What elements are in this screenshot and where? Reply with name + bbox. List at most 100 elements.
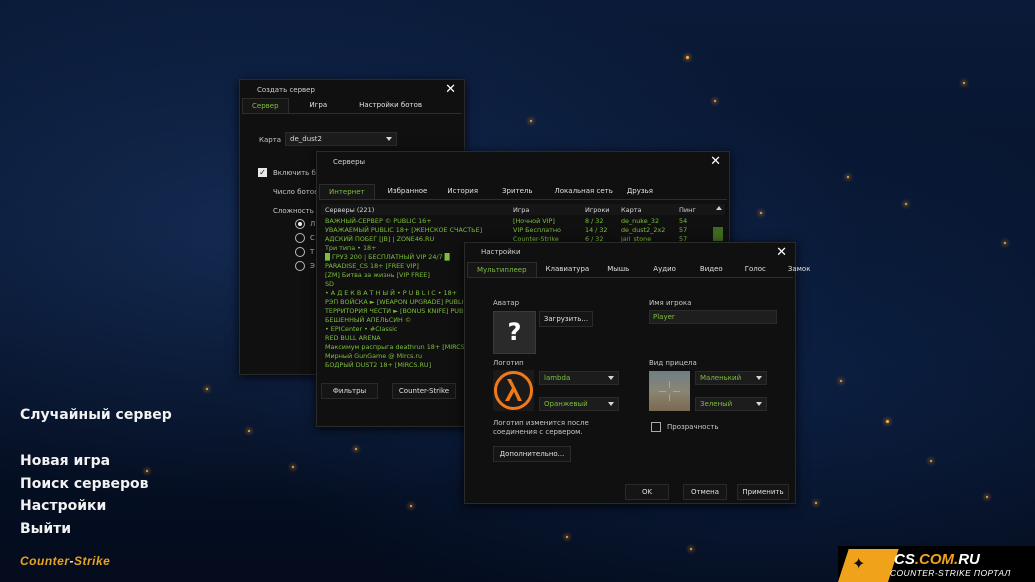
tab-game[interactable]: Игра bbox=[301, 98, 337, 112]
logo-dropdown[interactable]: lambda bbox=[539, 371, 619, 385]
crosshair-size-dropdown[interactable]: Маленький bbox=[695, 371, 767, 385]
chevron-down-icon bbox=[756, 402, 762, 406]
window-title: Настройки bbox=[481, 248, 521, 256]
tab-internet[interactable]: Интернет bbox=[319, 184, 375, 199]
menu-find-servers[interactable]: Поиск серверов bbox=[20, 476, 149, 492]
cell-players: 8 / 32 bbox=[585, 217, 604, 225]
column-map[interactable]: Карта bbox=[621, 206, 642, 214]
site-banner: ✦ CS.COM.RU COUNTER-STRIKE ПОРТАЛ bbox=[838, 546, 1035, 582]
upload-avatar-button[interactable]: Загрузить... bbox=[539, 311, 593, 327]
crosshair-preview bbox=[649, 371, 690, 411]
settings-window: Настройки ✕ Мультиплеер Клавиатура Мышь … bbox=[464, 242, 810, 504]
tabs-divider bbox=[467, 277, 793, 278]
cell-name: УВАЖАЕМЫЙ PUBLIC 18+ [ЖЕНСКОЕ СЧАСТЬЕ] bbox=[325, 226, 483, 234]
ok-button[interactable]: OK bbox=[625, 484, 669, 500]
logo-value: lambda bbox=[544, 374, 571, 382]
table-row[interactable]: УВАЖАЕМЫЙ PUBLIC 18+ [ЖЕНСКОЕ СЧАСТЬЕ] VI… bbox=[323, 226, 715, 235]
tab-multiplayer[interactable]: Мультиплеер bbox=[467, 262, 537, 277]
close-icon[interactable]: ✕ bbox=[776, 246, 787, 259]
avatar-label: Аватар bbox=[493, 299, 520, 307]
filters-button[interactable]: Фильтры bbox=[321, 383, 378, 399]
difficulty-option-hard: Т bbox=[310, 248, 315, 256]
menu-new-game[interactable]: Новая игра bbox=[20, 453, 110, 469]
tab-friends[interactable]: Друзья bbox=[618, 184, 662, 198]
counter-strike-logo: Counter-Strike bbox=[20, 554, 110, 568]
cell-ping: 54 bbox=[679, 217, 688, 225]
tab-lan[interactable]: Локальная сеть bbox=[546, 184, 622, 198]
logo-color-dropdown[interactable]: Оранжевый bbox=[539, 397, 619, 411]
tab-video[interactable]: Видео bbox=[691, 262, 732, 276]
player-name-label: Имя игрока bbox=[649, 299, 692, 307]
close-icon[interactable]: ✕ bbox=[710, 155, 721, 168]
player-name-input[interactable]: Player bbox=[649, 310, 777, 324]
transparency-checkbox[interactable] bbox=[651, 422, 661, 432]
transparency-label: Прозрачность bbox=[667, 423, 719, 431]
tab-mouse[interactable]: Мышь bbox=[598, 262, 638, 276]
tab-bot-settings[interactable]: Настройки ботов bbox=[350, 98, 431, 112]
cell-ping: 57 bbox=[679, 226, 688, 234]
difficulty-radio-hard[interactable] bbox=[295, 247, 305, 257]
window-title: Создать сервер bbox=[257, 86, 315, 94]
soldier-icon: ✦ bbox=[852, 554, 866, 573]
chevron-down-icon bbox=[386, 137, 392, 141]
tab-favorites[interactable]: Избранное bbox=[379, 184, 437, 198]
tab-lock[interactable]: Замок bbox=[779, 262, 820, 276]
difficulty-radio-expert[interactable] bbox=[295, 261, 305, 271]
avatar-placeholder: ? bbox=[493, 311, 536, 354]
settings-tabs: Мультиплеер Клавиатура Мышь Аудио Видео … bbox=[467, 262, 819, 277]
chevron-down-icon bbox=[608, 402, 614, 406]
difficulty-radio-normal[interactable] bbox=[295, 233, 305, 243]
window-title: Серверы bbox=[333, 158, 366, 166]
column-players[interactable]: Игроки bbox=[585, 206, 610, 214]
difficulty-label: Сложность bbox=[273, 207, 314, 215]
difficulty-option-expert: Э bbox=[310, 262, 315, 270]
tab-audio[interactable]: Аудио bbox=[644, 262, 685, 276]
create-server-tabs: Сервер Игра Настройки ботов bbox=[242, 98, 431, 113]
servers-tabs: Интернет Избранное История Зритель Локал… bbox=[319, 184, 662, 199]
menu-quit[interactable]: Выйти bbox=[20, 521, 71, 537]
apply-button[interactable]: Применить bbox=[737, 484, 789, 500]
column-ping[interactable]: Пинг bbox=[679, 206, 696, 214]
difficulty-option-normal: С bbox=[310, 234, 315, 242]
crosshair-size-value: Маленький bbox=[700, 374, 742, 382]
bot-count-label: Число ботов bbox=[273, 188, 319, 196]
enable-bots-checkbox[interactable]: ✓ bbox=[258, 168, 267, 177]
chevron-down-icon bbox=[756, 376, 762, 380]
chevron-down-icon bbox=[608, 376, 614, 380]
column-game[interactable]: Игра bbox=[513, 206, 529, 214]
banner-site-main: CS bbox=[894, 551, 915, 568]
cell-game: [Ночной VIP] bbox=[513, 217, 555, 225]
cell-players: 14 / 32 bbox=[585, 226, 608, 234]
logo-note: Логотип изменится после соединения с сер… bbox=[493, 419, 589, 436]
map-label: Карта bbox=[259, 136, 282, 144]
tab-spectator[interactable]: Зритель bbox=[493, 184, 541, 198]
banner-site-end: RU bbox=[958, 551, 980, 568]
tabs-divider bbox=[319, 199, 727, 200]
sort-up-icon[interactable] bbox=[716, 206, 722, 210]
tab-server[interactable]: Сервер bbox=[242, 98, 289, 113]
tab-voice[interactable]: Голос bbox=[736, 262, 775, 276]
cell-map: de_nuke_32 bbox=[621, 217, 660, 225]
tab-keyboard[interactable]: Клавиатура bbox=[537, 262, 599, 276]
logo-label: Логотип bbox=[493, 359, 524, 367]
column-servers[interactable]: Серверы (221) bbox=[325, 206, 374, 214]
difficulty-option-easy: Л bbox=[310, 220, 316, 228]
advanced-button[interactable]: Дополнительно... bbox=[493, 446, 571, 462]
crosshair-label: Вид прицела bbox=[649, 359, 697, 367]
banner-site-dot: .COM. bbox=[914, 551, 959, 568]
map-value: de_dust2 bbox=[290, 135, 322, 143]
scrollbar-thumb[interactable] bbox=[713, 227, 723, 241]
cancel-button[interactable]: Отмена bbox=[683, 484, 727, 500]
crosshair-color-dropdown[interactable]: Зеленый bbox=[695, 397, 767, 411]
tab-history[interactable]: История bbox=[438, 184, 487, 198]
logo-color-value: Оранжевый bbox=[544, 400, 588, 408]
menu-settings[interactable]: Настройки bbox=[20, 498, 106, 514]
difficulty-radio-easy[interactable] bbox=[295, 219, 305, 229]
game-filter-dropdown[interactable]: Counter-Strike bbox=[392, 383, 456, 399]
menu-random-server[interactable]: Случайный сервер bbox=[20, 407, 172, 423]
logo-part2: Strike bbox=[74, 554, 111, 568]
close-icon[interactable]: ✕ bbox=[445, 83, 456, 96]
table-row[interactable]: ВАЖНЫЙ-СЕРВЕР © PUBLIC 16+ [Ночной VIP] 8 … bbox=[323, 217, 715, 226]
cell-game: VIP Бесплатно bbox=[513, 226, 561, 234]
map-dropdown[interactable]: de_dust2 bbox=[285, 132, 397, 146]
